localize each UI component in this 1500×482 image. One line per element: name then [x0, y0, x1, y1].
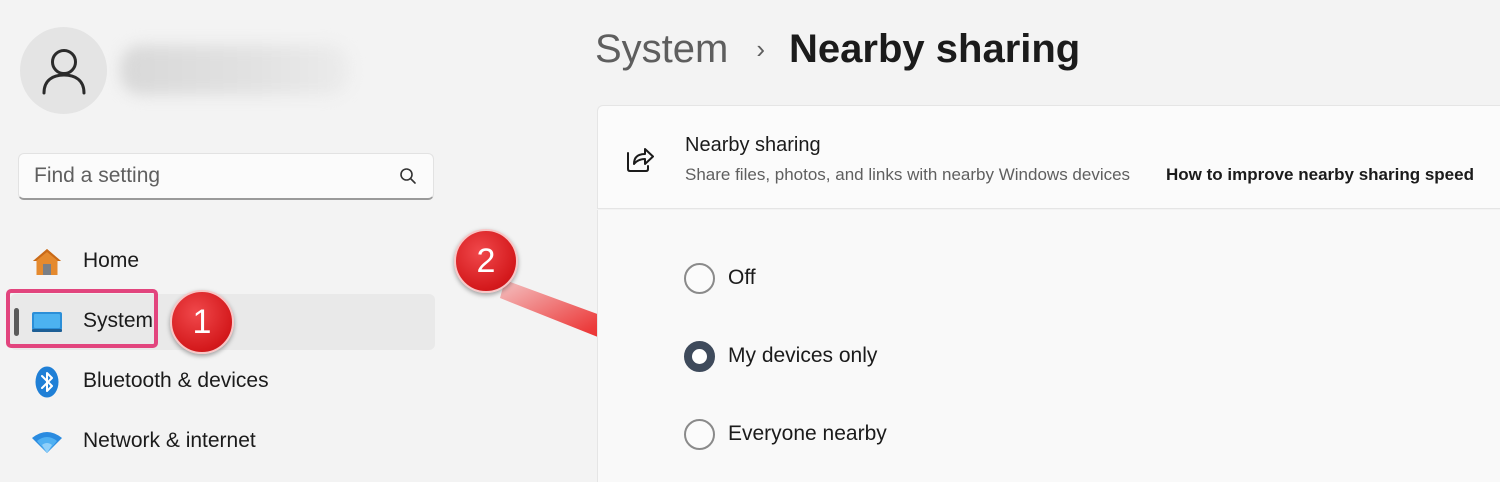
option-everyone-nearby[interactable]: Everyone nearby [684, 417, 887, 451]
card-description: Share files, photos, and links with near… [685, 165, 1131, 184]
card-title: Nearby sharing [685, 134, 821, 156]
radio-button-off[interactable] [684, 262, 715, 294]
share-icon [627, 148, 654, 172]
chevron-right-icon: › [756, 34, 766, 64]
sharing-options-panel: Off My devices only Everyone nearby [597, 210, 1500, 482]
option-my-devices-only[interactable]: My devices only [684, 339, 877, 373]
page-title: Nearby sharing [789, 27, 1081, 71]
option-off[interactable]: Off [684, 261, 756, 295]
breadcrumb: System › Nearby sharing [595, 27, 1080, 72]
radio-button-my-devices-only[interactable] [684, 340, 715, 372]
annotation-step-2-badge: 2 [454, 229, 518, 293]
option-label: Everyone nearby [728, 422, 887, 445]
option-label: Off [728, 266, 756, 289]
breadcrumb-parent-link[interactable]: System [595, 27, 728, 72]
radio-button-everyone-nearby[interactable] [684, 418, 715, 450]
option-label: My devices only [728, 344, 878, 367]
improve-speed-link[interactable]: How to improve nearby sharing speed [1166, 165, 1474, 185]
nearby-sharing-card[interactable]: Nearby sharing Share files, photos, and … [597, 105, 1500, 209]
